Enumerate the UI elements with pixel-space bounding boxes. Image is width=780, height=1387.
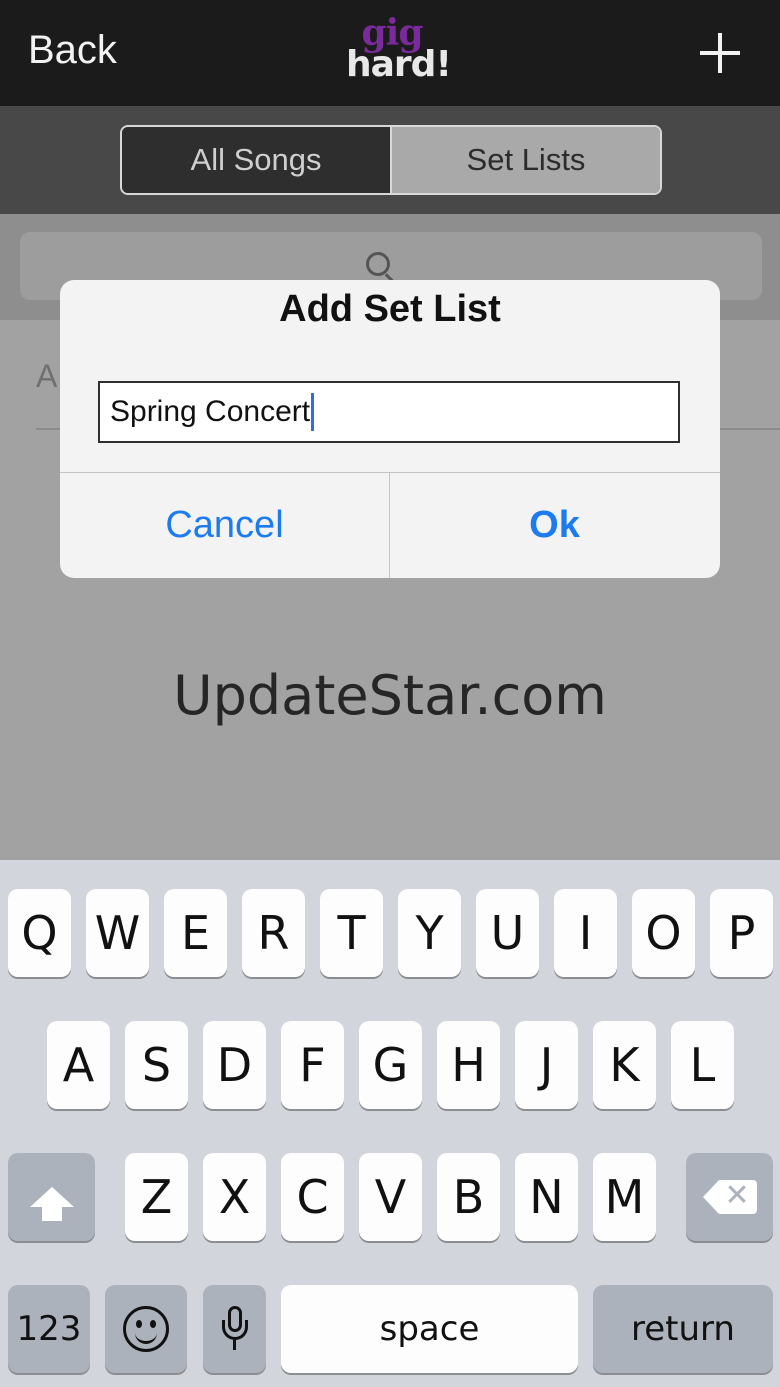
key-a[interactable]: A [47, 1021, 110, 1109]
key-f[interactable]: F [281, 1021, 344, 1109]
delete-key[interactable]: ✕ [686, 1153, 773, 1241]
tab-all-songs[interactable]: All Songs [122, 127, 392, 193]
dictation-key[interactable] [203, 1285, 266, 1373]
key-d[interactable]: D [203, 1021, 266, 1109]
app-logo: gig hard! [346, 15, 452, 92]
numbers-key[interactable]: 123 [8, 1285, 90, 1373]
key-p[interactable]: P [710, 889, 773, 977]
key-g[interactable]: G [359, 1021, 422, 1109]
key-o[interactable]: O [632, 889, 695, 977]
space-key[interactable]: space [281, 1285, 578, 1373]
microphone-icon [220, 1306, 250, 1352]
key-w[interactable]: W [86, 889, 149, 977]
shift-icon [29, 1187, 74, 1221]
keyboard: Q W E R T Y U I O P A S D F G H J K L Z … [0, 860, 780, 1387]
emoji-key[interactable] [105, 1285, 187, 1373]
key-z[interactable]: Z [125, 1153, 188, 1241]
plus-icon[interactable] [700, 33, 740, 73]
key-x[interactable]: X [203, 1153, 266, 1241]
dialog-title: Add Set List [279, 288, 501, 330]
list-item-label: A [36, 358, 58, 394]
segment-bar: All Songs Set Lists [0, 106, 780, 214]
key-c[interactable]: C [281, 1153, 344, 1241]
key-b[interactable]: B [437, 1153, 500, 1241]
watermark: UpdateStar.com [173, 664, 607, 727]
shift-key[interactable] [8, 1153, 95, 1241]
key-e[interactable]: E [164, 889, 227, 977]
key-s[interactable]: S [125, 1021, 188, 1109]
tab-set-lists[interactable]: Set Lists [392, 127, 660, 193]
key-v[interactable]: V [359, 1153, 422, 1241]
emoji-icon [123, 1306, 169, 1352]
navigation-bar: Back gig hard! [0, 0, 780, 106]
ok-button[interactable]: Ok [390, 473, 719, 578]
add-set-list-dialog: Add Set List Spring Concert Cancel Ok [60, 280, 720, 578]
set-list-name-input[interactable]: Spring Concert [98, 381, 680, 443]
key-h[interactable]: H [437, 1021, 500, 1109]
input-value: Spring Concert [110, 395, 311, 428]
key-i[interactable]: I [554, 889, 617, 977]
return-key[interactable]: return [593, 1285, 773, 1373]
key-n[interactable]: N [515, 1153, 578, 1241]
key-r[interactable]: R [242, 889, 305, 977]
key-y[interactable]: Y [398, 889, 461, 977]
key-j[interactable]: J [515, 1021, 578, 1109]
segmented-control: All Songs Set Lists [120, 125, 662, 195]
logo-text-bottom: hard! [346, 44, 452, 85]
search-icon [366, 252, 390, 276]
key-t[interactable]: T [320, 889, 383, 977]
delete-icon: ✕ [702, 1178, 757, 1214]
back-button[interactable]: Back [28, 28, 117, 73]
key-m[interactable]: M [593, 1153, 656, 1241]
cancel-button[interactable]: Cancel [60, 473, 389, 578]
key-u[interactable]: U [476, 889, 539, 977]
key-l[interactable]: L [671, 1021, 734, 1109]
text-cursor [311, 393, 315, 431]
key-k[interactable]: K [593, 1021, 656, 1109]
key-q[interactable]: Q [8, 889, 71, 977]
